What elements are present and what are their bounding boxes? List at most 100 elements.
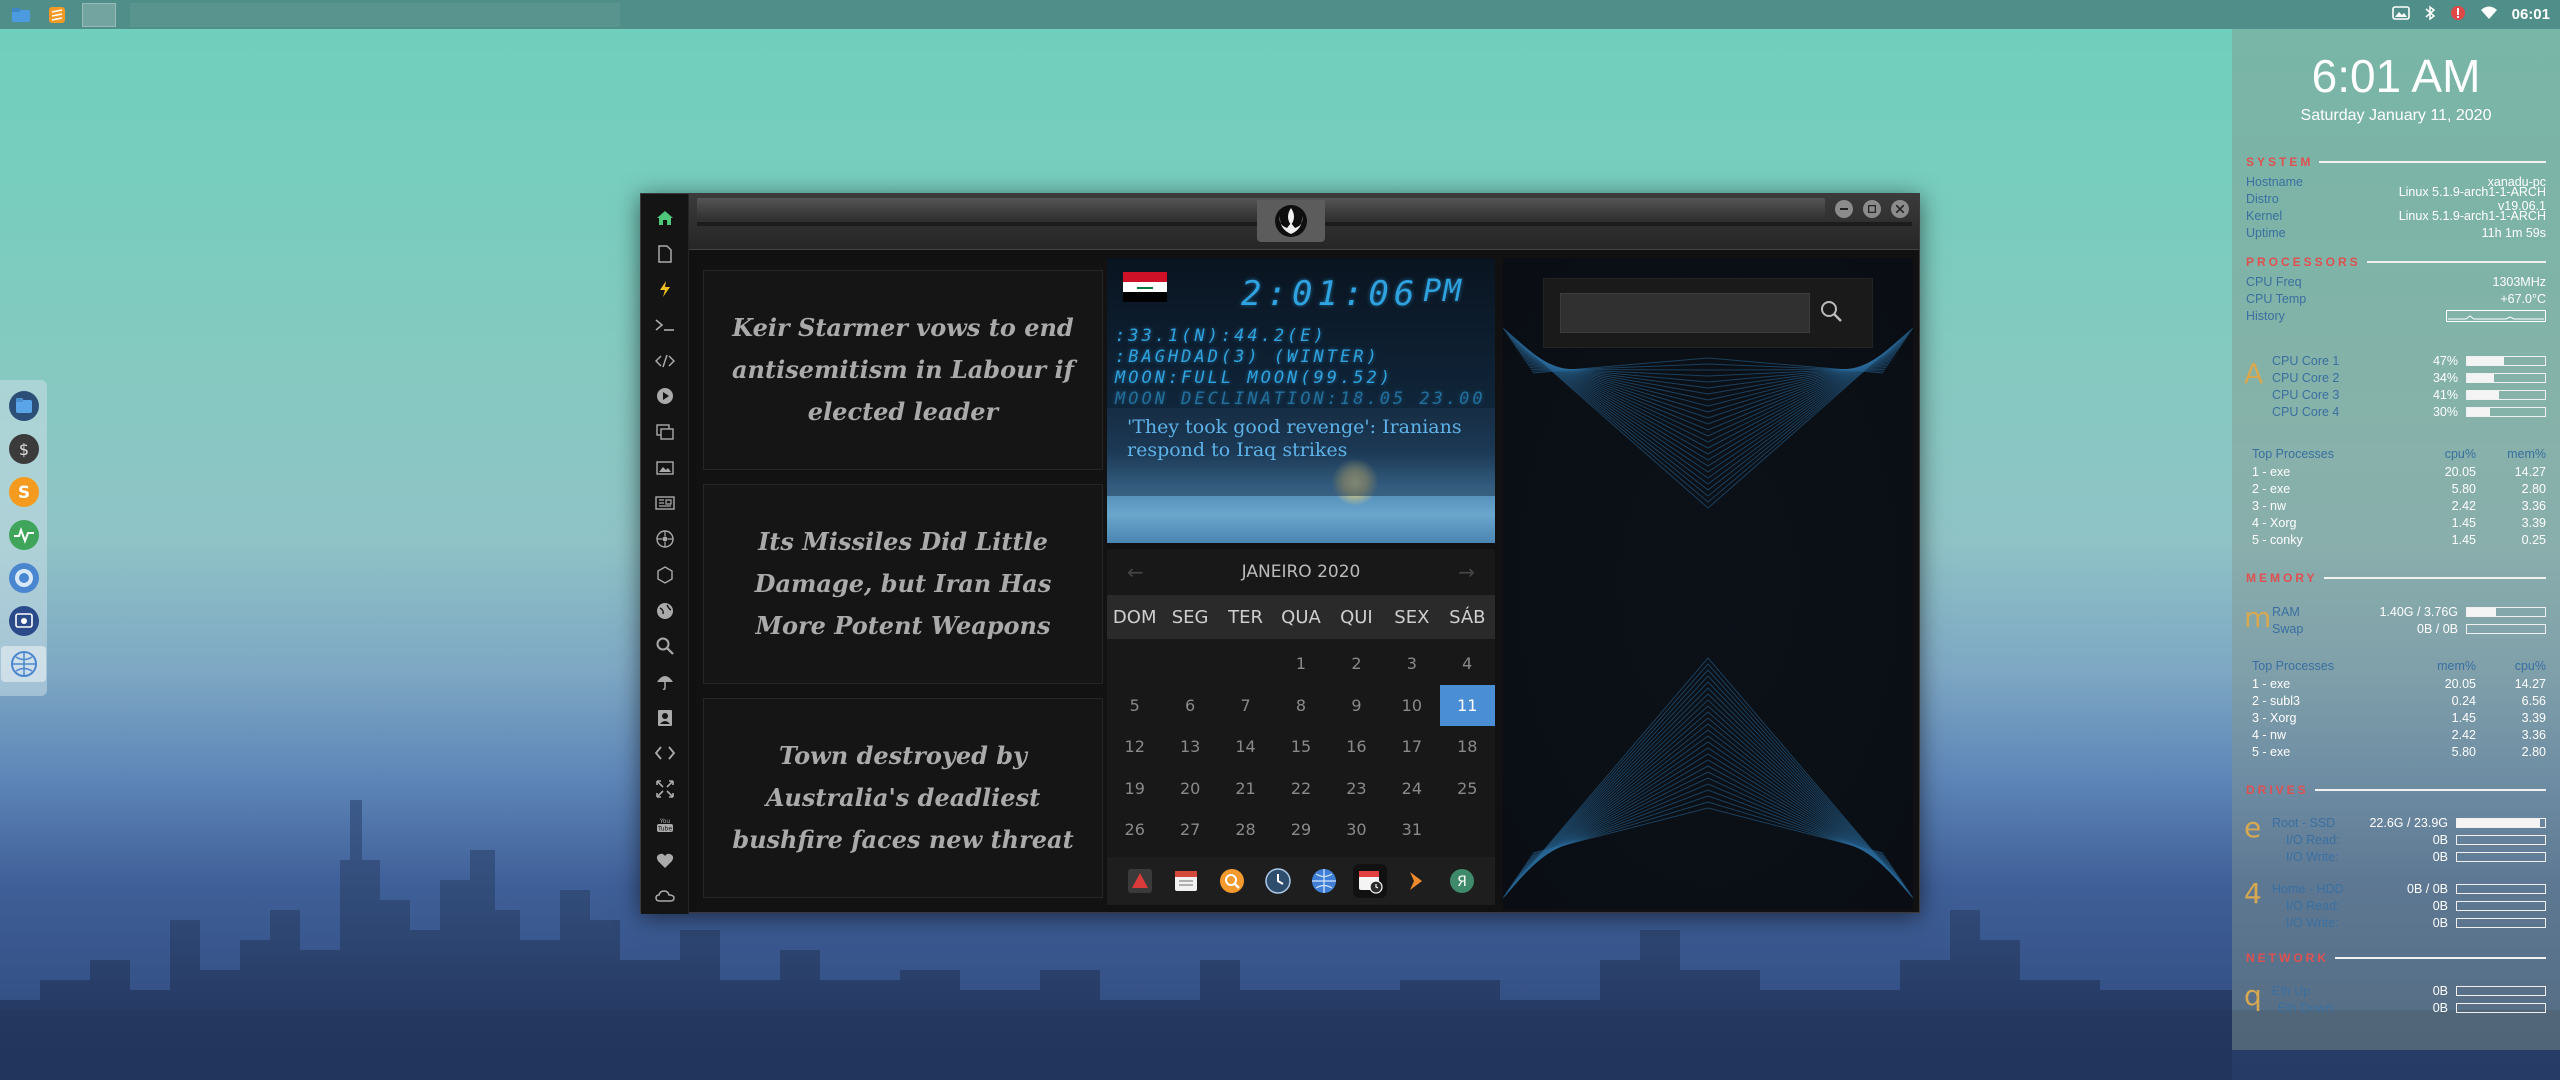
- net-value: 0B: [2432, 1001, 2448, 1015]
- panel-clock[interactable]: 06:01: [2512, 6, 2550, 23]
- money-icon[interactable]: $: [6, 431, 41, 467]
- sublime-icon[interactable]: S: [6, 474, 41, 510]
- calendar-day[interactable]: 27: [1162, 809, 1217, 851]
- calendar-day[interactable]: 16: [1329, 726, 1384, 768]
- net-label: Eth Down:: [2278, 1001, 2336, 1015]
- calendar-day[interactable]: 24: [1384, 768, 1439, 810]
- process-name: 3 - nw: [2252, 498, 2287, 513]
- umbrella-icon[interactable]: [645, 664, 685, 700]
- network-icon[interactable]: [1, 646, 46, 682]
- app-launcher-bar: Я: [1107, 857, 1495, 905]
- calendar-day[interactable]: 29: [1273, 809, 1328, 851]
- gallery-icon[interactable]: [645, 414, 685, 450]
- taskbar-active-window[interactable]: [82, 2, 116, 27]
- io-row: I/O Read: 0B: [2272, 898, 2546, 914]
- headline-overlay[interactable]: 'They took good revenge': Iranians respo…: [1107, 408, 1495, 496]
- calendar-day[interactable]: 13: [1162, 726, 1217, 768]
- pdf-icon[interactable]: [1123, 864, 1157, 898]
- browser-icon[interactable]: Я: [1445, 864, 1479, 898]
- bolt-icon[interactable]: [645, 271, 685, 307]
- calendar-day[interactable]: 5: [1107, 685, 1162, 727]
- file-manager-icon[interactable]: [10, 5, 32, 25]
- calendar-icon[interactable]: [1353, 864, 1387, 898]
- calendar-day[interactable]: 7: [1218, 685, 1273, 727]
- maximize-button[interactable]: [1863, 200, 1881, 218]
- calendar-day[interactable]: 12: [1107, 726, 1162, 768]
- calendar-day[interactable]: 30: [1329, 809, 1384, 851]
- calendar-day[interactable]: 6: [1162, 685, 1217, 727]
- calendar-empty-cell: [1162, 643, 1217, 685]
- calendar-day-today[interactable]: 11: [1439, 684, 1495, 726]
- calendar-day[interactable]: 23: [1329, 768, 1384, 810]
- calendar-day[interactable]: 14: [1218, 726, 1273, 768]
- youtube-icon[interactable]: You Tube: [645, 807, 685, 843]
- chromium-icon[interactable]: [6, 560, 41, 596]
- info-row: History: [2246, 308, 2546, 324]
- calendar-day[interactable]: 22: [1273, 768, 1328, 810]
- calendar-app-icon[interactable]: [1169, 864, 1203, 898]
- file-manager-icon[interactable]: [6, 388, 41, 424]
- calendar-day[interactable]: 25: [1440, 768, 1495, 810]
- search-app-icon[interactable]: [1215, 864, 1249, 898]
- calendar-next-button[interactable]: →: [1458, 560, 1475, 584]
- minimize-button[interactable]: [1835, 200, 1853, 218]
- process-name: 5 - exe: [2252, 744, 2291, 759]
- alert-icon[interactable]: [2450, 5, 2466, 25]
- swap-label: Swap: [2272, 622, 2304, 636]
- hexagon-icon[interactable]: [645, 557, 685, 593]
- calendar-day[interactable]: 31: [1384, 809, 1439, 851]
- globe-icon[interactable]: [645, 593, 685, 629]
- code-icon[interactable]: [645, 343, 685, 379]
- search-button[interactable]: [1818, 298, 1844, 328]
- news-card[interactable]: Its Missiles Did Little Damage, but Iran…: [703, 484, 1103, 684]
- calendar-day[interactable]: 1: [1273, 643, 1328, 685]
- expand-icon[interactable]: [645, 771, 685, 807]
- heart-icon[interactable]: [645, 843, 685, 879]
- window-titlebar[interactable]: [689, 194, 1919, 250]
- calendar-day[interactable]: 9: [1329, 685, 1384, 727]
- calendar-day[interactable]: 17: [1384, 726, 1439, 768]
- search-icon[interactable]: [645, 628, 685, 664]
- calendar-prev-button[interactable]: ←: [1127, 560, 1144, 584]
- calendar-day[interactable]: 15: [1273, 726, 1328, 768]
- calendar-day[interactable]: 20: [1162, 768, 1217, 810]
- process-header-col1: mem%: [2437, 658, 2476, 673]
- image-icon[interactable]: [645, 450, 685, 486]
- calendar-day[interactable]: 8: [1273, 685, 1328, 727]
- search-input[interactable]: [1560, 293, 1810, 333]
- home-icon[interactable]: [645, 200, 685, 236]
- wifi-icon[interactable]: [2480, 6, 2498, 24]
- arrow-icon[interactable]: [1399, 864, 1433, 898]
- news-icon[interactable]: [645, 486, 685, 522]
- calendar-day[interactable]: 19: [1107, 768, 1162, 810]
- terminal-icon[interactable]: [645, 307, 685, 343]
- flower-icon[interactable]: [645, 521, 685, 557]
- info-value: +67.0°C: [2500, 292, 2546, 306]
- calendar-day[interactable]: 2: [1329, 643, 1384, 685]
- play-icon[interactable]: [645, 379, 685, 415]
- news-card[interactable]: Town destroyed by Australia's deadliest …: [703, 698, 1103, 898]
- screenshot-icon[interactable]: [6, 603, 41, 639]
- document-icon[interactable]: [645, 236, 685, 272]
- io-bar: [2456, 918, 2546, 928]
- calendar-day[interactable]: 3: [1384, 643, 1439, 685]
- calendar-day[interactable]: 18: [1440, 726, 1495, 768]
- calendar-day[interactable]: 10: [1384, 685, 1439, 727]
- calendar-day[interactable]: 21: [1218, 768, 1273, 810]
- svg-text:Я: Я: [1457, 874, 1467, 890]
- process-metric: 2.42: [2451, 498, 2476, 513]
- calendar-day[interactable]: 4: [1440, 643, 1495, 685]
- web-icon[interactable]: [1307, 864, 1341, 898]
- system-monitor-icon[interactable]: [6, 517, 41, 553]
- cloud-icon[interactable]: [645, 878, 685, 914]
- close-button[interactable]: [1891, 200, 1909, 218]
- calendar-day[interactable]: 28: [1218, 809, 1273, 851]
- swap-icon[interactable]: [645, 736, 685, 772]
- calendar-day[interactable]: 26: [1107, 809, 1162, 851]
- contact-icon[interactable]: [645, 700, 685, 736]
- sublime-text-icon[interactable]: [46, 5, 68, 25]
- news-card[interactable]: Keir Starmer vows to end antisemitism in…: [703, 270, 1103, 470]
- image-viewer-icon[interactable]: [2391, 5, 2410, 24]
- clock-app-icon[interactable]: [1261, 864, 1295, 898]
- bluetooth-icon[interactable]: [2424, 5, 2436, 25]
